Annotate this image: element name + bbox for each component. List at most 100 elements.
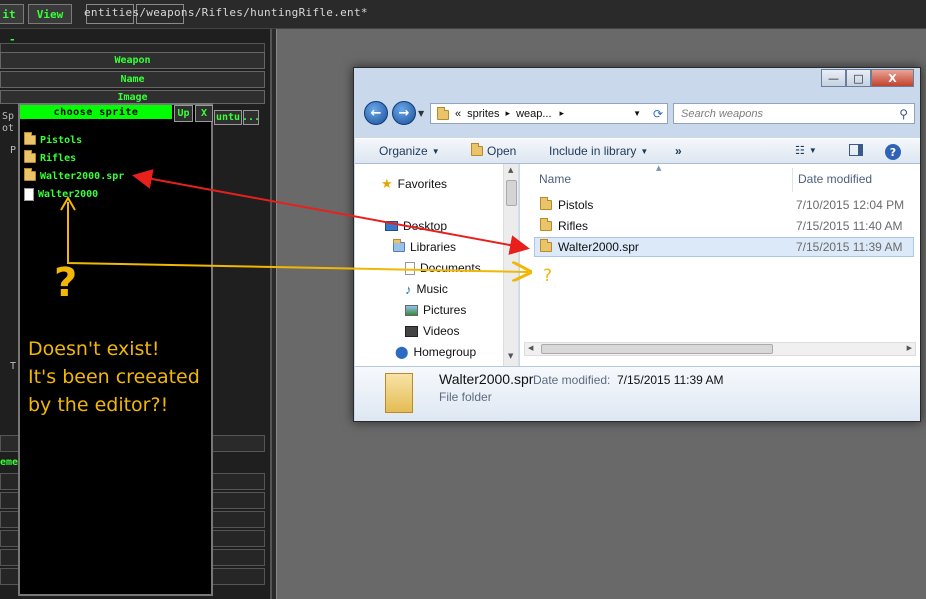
section-weapon[interactable]: Weapon	[0, 52, 265, 69]
recent-pages-dropdown-icon[interactable]: ▼	[418, 109, 424, 118]
section-image[interactable]: Image	[0, 90, 265, 104]
sprite-field-label: Sp	[2, 111, 15, 122]
minimize-button[interactable]: —	[821, 69, 846, 87]
preview-pane-icon	[849, 144, 863, 156]
nav-documents[interactable]: Documents	[405, 259, 481, 277]
scrollbar-thumb[interactable]	[541, 344, 773, 354]
sprite-value-field[interactable]: untu	[214, 110, 242, 125]
search-icon[interactable]: ⚲	[899, 107, 908, 121]
scroll-down-icon[interactable]: ▼	[508, 352, 513, 360]
editor-menubar: it View entities/weapons/Rifles/huntingR…	[0, 0, 926, 29]
maximize-button[interactable]: □	[846, 69, 871, 87]
help-icon: ?	[885, 144, 901, 160]
sprite-list-item[interactable]: Walter2000.spr	[24, 168, 124, 184]
chevron-down-icon: ▼	[431, 146, 440, 156]
close-window-button[interactable]: X	[871, 69, 914, 87]
browse-sprite-button[interactable]: ...	[242, 110, 260, 125]
breadcrumb-separator-icon[interactable]: ▸	[560, 108, 565, 119]
folder-icon	[540, 239, 552, 252]
more-commands-button[interactable]: »	[675, 144, 682, 158]
file-row-rifles[interactable]: Rifles 7/15/2015 11:40 AM	[534, 216, 914, 236]
folder-large-icon	[385, 373, 413, 413]
horizontal-scrollbar[interactable]: ◀ ▶	[524, 342, 916, 356]
column-header-name[interactable]: Name	[539, 172, 571, 186]
item-label: Pistols	[40, 134, 83, 146]
breadcrumb-separator-icon[interactable]: ▸	[506, 108, 511, 119]
details-name: Walter2000.spr	[439, 371, 534, 387]
back-button[interactable]: ←	[364, 101, 388, 125]
sprite-list-item[interactable]: Walter2000	[24, 186, 98, 202]
column-header-date-modified[interactable]: Date modified	[798, 172, 872, 186]
nav-pictures[interactable]: Pictures	[405, 301, 466, 319]
annotation-line-1: Doesn't exist!	[28, 338, 160, 360]
sprite-list-item[interactable]: Rifles	[24, 150, 76, 166]
nav-pane-scrollbar[interactable]: ▲ ▼	[503, 164, 518, 366]
open-button[interactable]: Open	[471, 143, 516, 158]
item-label: Walter2000	[38, 188, 99, 200]
navigation-pane: ★ Favorites Desktop Libraries Documents …	[355, 164, 519, 366]
star-icon: ★	[381, 176, 393, 191]
details-date-label: Date modified:	[533, 373, 611, 387]
address-bar[interactable]: « sprites ▸ weap... ▸ ▼ ⟳	[430, 103, 668, 124]
scrollbar-thumb[interactable]	[506, 180, 517, 206]
breadcrumb-sprites[interactable]: sprites	[467, 108, 499, 120]
big-question-mark: ?	[54, 260, 78, 306]
documents-icon	[405, 261, 415, 275]
item-label: Walter2000.spr	[40, 170, 125, 182]
annotation-line-3: by the editor?!	[28, 394, 169, 416]
scroll-up-icon[interactable]: ▲	[508, 166, 513, 174]
element-label: eme	[0, 457, 19, 468]
details-pane: Walter2000.spr Date modified: 7/15/2015 …	[355, 366, 920, 421]
address-dropdown-icon[interactable]: ▼	[633, 109, 641, 118]
nav-videos[interactable]: Videos	[405, 322, 459, 340]
help-button[interactable]: ?	[885, 144, 901, 160]
sprite-list-item[interactable]: Pistols	[24, 132, 82, 148]
folder-icon	[24, 132, 36, 145]
homegroup-icon: ⬤	[395, 345, 409, 359]
nav-music[interactable]: ♪ Music	[405, 280, 448, 298]
videos-icon	[405, 325, 418, 337]
nav-desktop[interactable]: Desktop	[385, 217, 447, 235]
annotation-line-2: It's been creeated	[28, 366, 200, 388]
type-field-label: T	[10, 361, 17, 372]
folder-icon	[540, 218, 552, 231]
refresh-icon[interactable]: ⟳	[653, 107, 663, 121]
chevron-down-icon: ▼	[808, 146, 817, 155]
music-icon: ♪	[405, 281, 412, 297]
address-overflow-chevron[interactable]: «	[455, 108, 461, 120]
view-menu-button[interactable]: View	[28, 4, 72, 24]
desktop-icon	[385, 221, 398, 231]
close-button[interactable]: X	[195, 105, 213, 122]
file-row-walter2000[interactable]: Walter2000.spr 7/15/2015 11:39 AM	[534, 237, 914, 257]
section-name[interactable]: Name	[0, 71, 265, 88]
folder-open-icon	[471, 143, 483, 156]
folder-icon	[437, 107, 449, 120]
up-button[interactable]: Up	[174, 105, 193, 122]
column-divider	[792, 168, 793, 192]
navigation-row: ← → ▼ « sprites ▸ weap... ▸ ▼ ⟳ Search w…	[360, 99, 916, 127]
organize-menu[interactable]: Organize ▼	[379, 144, 440, 158]
explorer-window: — □ X ← → ▼ « sprites ▸ weap... ▸ ▼ ⟳ Se…	[353, 67, 921, 422]
search-input[interactable]: Search weapons ⚲	[673, 103, 915, 124]
pictures-icon	[405, 304, 418, 316]
nav-libraries[interactable]: Libraries	[393, 238, 456, 256]
nav-homegroup[interactable]: ⬤ Homegroup	[395, 343, 476, 361]
change-view-button[interactable]: ☷ ▼	[795, 144, 817, 157]
edit-menu-button[interactable]: it	[0, 4, 24, 24]
scroll-right-icon[interactable]: ▶	[907, 344, 912, 352]
item-label: Rifles	[40, 152, 77, 164]
file-list-pane: Name ▲ Date modified Pistols 7/10/2015 1…	[520, 164, 920, 366]
scroll-left-icon[interactable]: ◀	[528, 344, 533, 352]
window-controls: — □ X	[821, 69, 914, 87]
forward-button[interactable]: →	[392, 101, 416, 125]
file-row-pistols[interactable]: Pistols 7/10/2015 12:04 PM	[534, 195, 914, 215]
details-date-value: 7/15/2015 11:39 AM	[617, 373, 724, 387]
sort-ascending-icon: ▲	[656, 164, 662, 172]
nav-favorites[interactable]: ★ Favorites	[381, 175, 447, 193]
breadcrumb-weapons[interactable]: weap...	[516, 108, 551, 120]
entity-file-path: entities/weapons/Rifles/huntingRifle.ent…	[84, 6, 368, 19]
view-options-icon: ☷	[795, 145, 805, 157]
folder-icon	[24, 150, 36, 163]
include-in-library-menu[interactable]: Include in library ▼	[549, 144, 648, 158]
preview-pane-button[interactable]	[849, 144, 863, 156]
